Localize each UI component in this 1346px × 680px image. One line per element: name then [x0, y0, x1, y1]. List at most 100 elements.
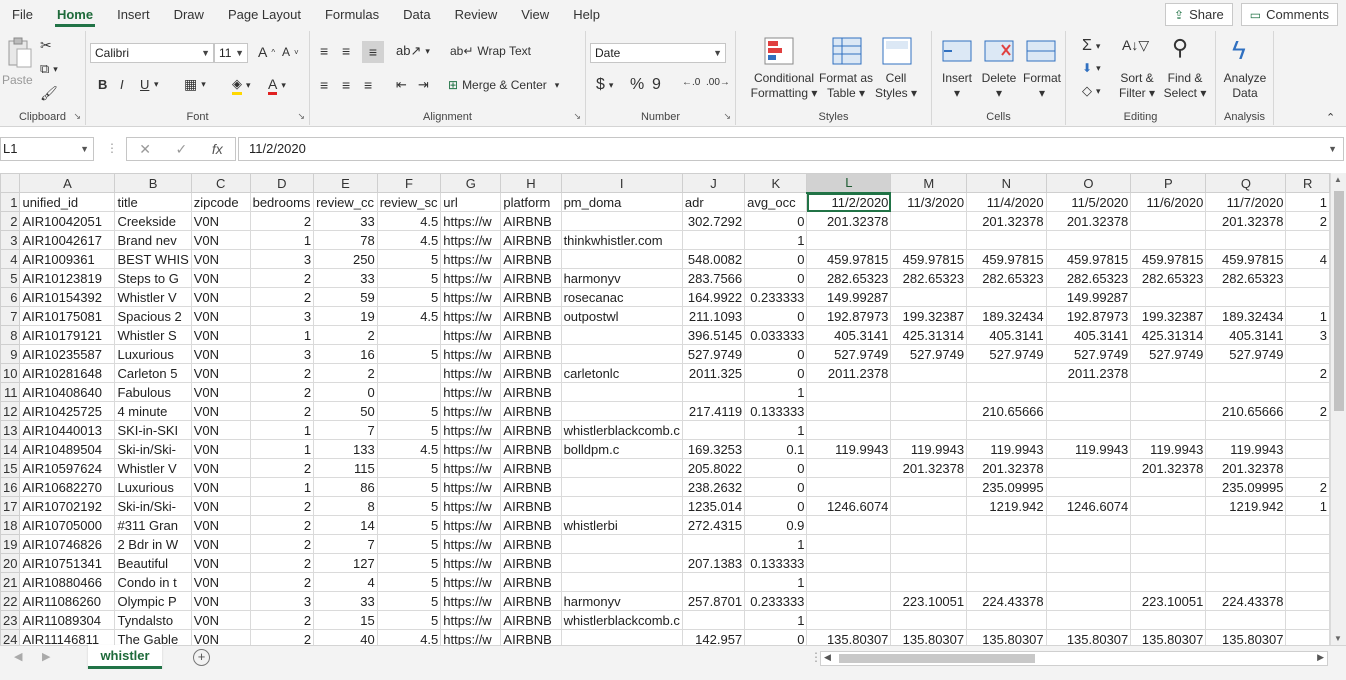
cell-b17[interactable]: Ski-in/Ski-	[114, 496, 192, 516]
cell-p6[interactable]	[1130, 287, 1207, 307]
cell-e7[interactable]: 19	[313, 306, 378, 326]
cell-n7[interactable]: 189.32434	[966, 306, 1047, 326]
cell-a6[interactable]: AIR10154392	[19, 287, 116, 307]
cell-q11[interactable]	[1205, 382, 1287, 402]
cell-h13[interactable]: AIRBNB	[500, 420, 562, 440]
row-header[interactable]: 1	[0, 192, 21, 212]
cell-a20[interactable]: AIR10751341	[19, 553, 116, 573]
scroll-left-icon[interactable]: ◀	[824, 652, 831, 663]
column-header-b[interactable]: B	[114, 173, 192, 193]
column-header-o[interactable]: O	[1045, 173, 1132, 193]
cell-f9[interactable]: 5	[376, 344, 442, 364]
cell-c18[interactable]: V0N	[190, 515, 251, 535]
cell-f21[interactable]: 5	[376, 572, 442, 592]
cell-a3[interactable]: AIR10042617	[19, 230, 116, 250]
cell-r22[interactable]	[1285, 591, 1330, 611]
decrease-decimal-icon[interactable]: .00→	[706, 77, 730, 88]
cell-k8[interactable]: 0.033333	[744, 325, 808, 345]
cell-q23[interactable]	[1205, 610, 1287, 630]
enter-icon[interactable]: ✓	[176, 141, 188, 158]
cell-e16[interactable]: 86	[313, 477, 378, 497]
cell-k22[interactable]: 0.233333	[744, 591, 808, 611]
cell-g18[interactable]: https://w	[440, 515, 502, 535]
cell-r20[interactable]	[1285, 553, 1330, 573]
cell-d15[interactable]: 2	[249, 458, 315, 478]
cell-h16[interactable]: AIRBNB	[500, 477, 562, 497]
cell-b11[interactable]: Fabulous	[114, 382, 192, 402]
cell-i23[interactable]: whistlerblackcomb.c	[560, 610, 683, 630]
cell-g16[interactable]: https://w	[440, 477, 502, 497]
cell-d16[interactable]: 1	[249, 477, 315, 497]
cell-h11[interactable]: AIRBNB	[500, 382, 562, 402]
cell-a14[interactable]: AIR10489504	[19, 439, 116, 459]
alignment-launcher-icon[interactable]: ↘	[573, 111, 581, 122]
cell-f11[interactable]	[376, 382, 442, 402]
cell-b6[interactable]: Whistler V	[114, 287, 192, 307]
cell-i17[interactable]	[560, 496, 683, 516]
row-header[interactable]: 15	[0, 458, 21, 478]
cell-i4[interactable]	[560, 249, 683, 269]
cell-b20[interactable]: Beautiful	[114, 553, 192, 573]
cell-b10[interactable]: Carleton 5	[114, 363, 192, 383]
cell-a9[interactable]: AIR10235587	[19, 344, 116, 364]
analyze-data-button[interactable]: Analyze Data	[1218, 71, 1272, 101]
column-header-f[interactable]: F	[376, 173, 442, 193]
cell-d17[interactable]: 2	[249, 496, 315, 516]
insert-function-icon[interactable]: fx	[212, 141, 223, 157]
cell-r17[interactable]: 1	[1285, 496, 1330, 516]
menu-draw[interactable]: Draw	[162, 0, 216, 29]
column-header-d[interactable]: D	[249, 173, 315, 193]
cell-e19[interactable]: 7	[313, 534, 378, 554]
cell-g3[interactable]: https://w	[440, 230, 502, 250]
cell-n14[interactable]: 119.9943	[966, 439, 1047, 459]
cell-styles-icon[interactable]	[882, 37, 912, 67]
cell-a24[interactable]: AIR11146811	[19, 629, 116, 645]
cancel-icon[interactable]: ✕	[139, 141, 151, 158]
row-header[interactable]: 6	[0, 287, 21, 307]
cell-p22[interactable]: 223.10051	[1130, 591, 1207, 611]
cell-m8[interactable]: 425.31314	[890, 325, 968, 345]
increase-indent-icon[interactable]: ⇥	[418, 77, 429, 93]
cell-g11[interactable]: https://w	[440, 382, 502, 402]
horizontal-scrollbar[interactable]: ◀ ▶	[820, 651, 1328, 666]
cell-q13[interactable]	[1205, 420, 1287, 440]
cell-b1[interactable]: title	[114, 192, 192, 212]
cell-i3[interactable]: thinkwhistler.com	[560, 230, 683, 250]
cell-l3[interactable]	[806, 230, 892, 250]
cell-n10[interactable]	[966, 363, 1047, 383]
cell-q9[interactable]: 527.9749	[1205, 344, 1287, 364]
cell-n6[interactable]	[966, 287, 1047, 307]
cell-c3[interactable]: V0N	[190, 230, 251, 250]
wrap-text-button[interactable]: ab↵ Wrap Text	[450, 44, 531, 58]
cell-j1[interactable]: adr	[681, 192, 746, 212]
cell-f3[interactable]: 4.5	[376, 230, 442, 250]
cell-g14[interactable]: https://w	[440, 439, 502, 459]
autosum-icon[interactable]: Σ ▾	[1082, 37, 1100, 55]
row-header[interactable]: 4	[0, 249, 21, 269]
cell-n15[interactable]: 201.32378	[966, 458, 1047, 478]
cell-d11[interactable]: 2	[249, 382, 315, 402]
cell-a5[interactable]: AIR10123819	[19, 268, 116, 288]
cell-b7[interactable]: Spacious 2	[114, 306, 192, 326]
row-header[interactable]: 2	[0, 211, 21, 231]
cell-p19[interactable]	[1130, 534, 1207, 554]
cell-b12[interactable]: 4 minute	[114, 401, 192, 421]
cell-j4[interactable]: 548.0082	[681, 249, 746, 269]
cell-c24[interactable]: V0N	[190, 629, 251, 645]
cell-c17[interactable]: V0N	[190, 496, 251, 516]
cell-h21[interactable]: AIRBNB	[500, 572, 562, 592]
cell-d14[interactable]: 1	[249, 439, 315, 459]
cell-h9[interactable]: AIRBNB	[500, 344, 562, 364]
scroll-thumb[interactable]	[1334, 191, 1344, 411]
cell-h18[interactable]: AIRBNB	[500, 515, 562, 535]
cell-e12[interactable]: 50	[313, 401, 378, 421]
cell-g9[interactable]: https://w	[440, 344, 502, 364]
cell-i10[interactable]: carletonlc	[560, 363, 683, 383]
row-header[interactable]: 9	[0, 344, 21, 364]
cell-o21[interactable]	[1045, 572, 1132, 592]
cell-p23[interactable]	[1130, 610, 1207, 630]
cell-k1[interactable]: avg_occ	[744, 192, 808, 212]
cell-n1[interactable]: 11/4/2020	[966, 192, 1047, 212]
cell-e10[interactable]: 2	[313, 363, 378, 383]
menu-formulas[interactable]: Formulas	[313, 0, 391, 29]
